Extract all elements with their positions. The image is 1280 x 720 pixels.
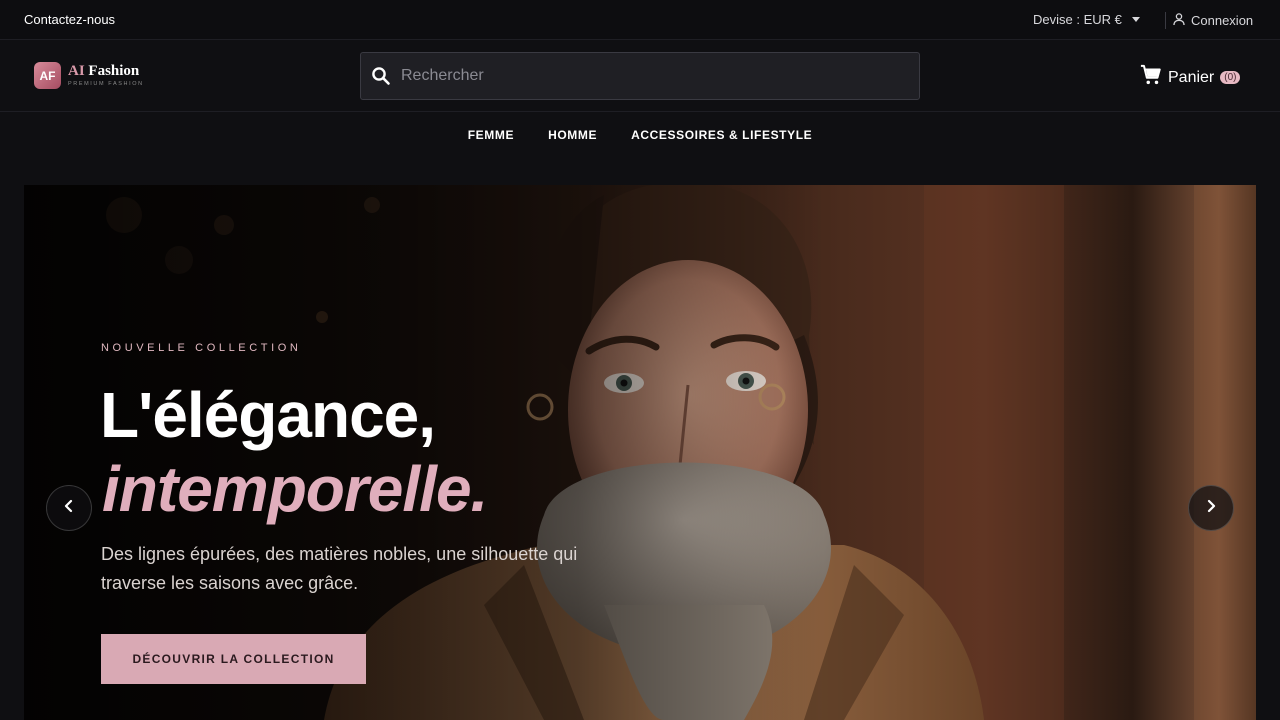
divider [1165, 12, 1166, 29]
cart-label: Panier [1168, 68, 1215, 86]
hero-headline-line2: intemporelle. [102, 453, 488, 525]
chevron-right-icon [1204, 499, 1218, 518]
contact-link[interactable]: Contactez-nous [24, 12, 115, 27]
search-bar [360, 52, 920, 100]
top-bar: Contactez-nous Devise : EUR € Connexion [0, 0, 1280, 40]
logo-mark: AF [34, 62, 61, 89]
logo-text: AI Fashion PREMIUM FASHION [68, 63, 144, 88]
nav-item-femme[interactable]: FEMME [468, 128, 514, 157]
logo-name: Fashion [88, 63, 140, 79]
main-nav: FEMME HOMME ACCESSOIRES & LIFESTYLE [0, 113, 1280, 157]
caret-down-icon [1131, 17, 1140, 22]
nav-item-accessoires[interactable]: ACCESSOIRES & LIFESTYLE [631, 128, 812, 157]
hero-banner: NOUVELLE COLLECTION L'élégance, intempor… [24, 185, 1256, 720]
discover-collection-button[interactable]: DÉCOUVRIR LA COLLECTION [101, 634, 366, 684]
header: AF AI Fashion PREMIUM FASHION Panier (0) [0, 40, 1280, 112]
hero-kicker: NOUVELLE COLLECTION [101, 342, 302, 354]
currency-label: Devise : EUR € [1033, 12, 1122, 27]
login-link[interactable]: Connexion [1172, 12, 1253, 29]
cart-button[interactable]: Panier (0) [1140, 64, 1241, 91]
user-icon [1172, 12, 1186, 29]
nav-item-homme[interactable]: HOMME [548, 128, 597, 157]
hero-headline-line1: L'élégance, [100, 379, 436, 451]
login-label: Connexion [1191, 13, 1254, 28]
carousel-next-button[interactable] [1188, 485, 1234, 531]
search-icon[interactable] [361, 66, 401, 86]
logo-ai: AI [68, 63, 85, 79]
cart-icon [1140, 64, 1162, 91]
search-input[interactable] [401, 67, 919, 85]
logo[interactable]: AF AI Fashion PREMIUM FASHION [34, 62, 144, 89]
carousel-prev-button[interactable] [46, 485, 92, 531]
chevron-left-icon [62, 499, 76, 518]
logo-tagline: PREMIUM FASHION [68, 81, 144, 87]
hero-description: Des lignes épurées, des matières nobles,… [101, 544, 578, 593]
currency-selector[interactable]: Devise : EUR € [1033, 12, 1140, 27]
cart-count-badge: (0) [1220, 71, 1241, 84]
